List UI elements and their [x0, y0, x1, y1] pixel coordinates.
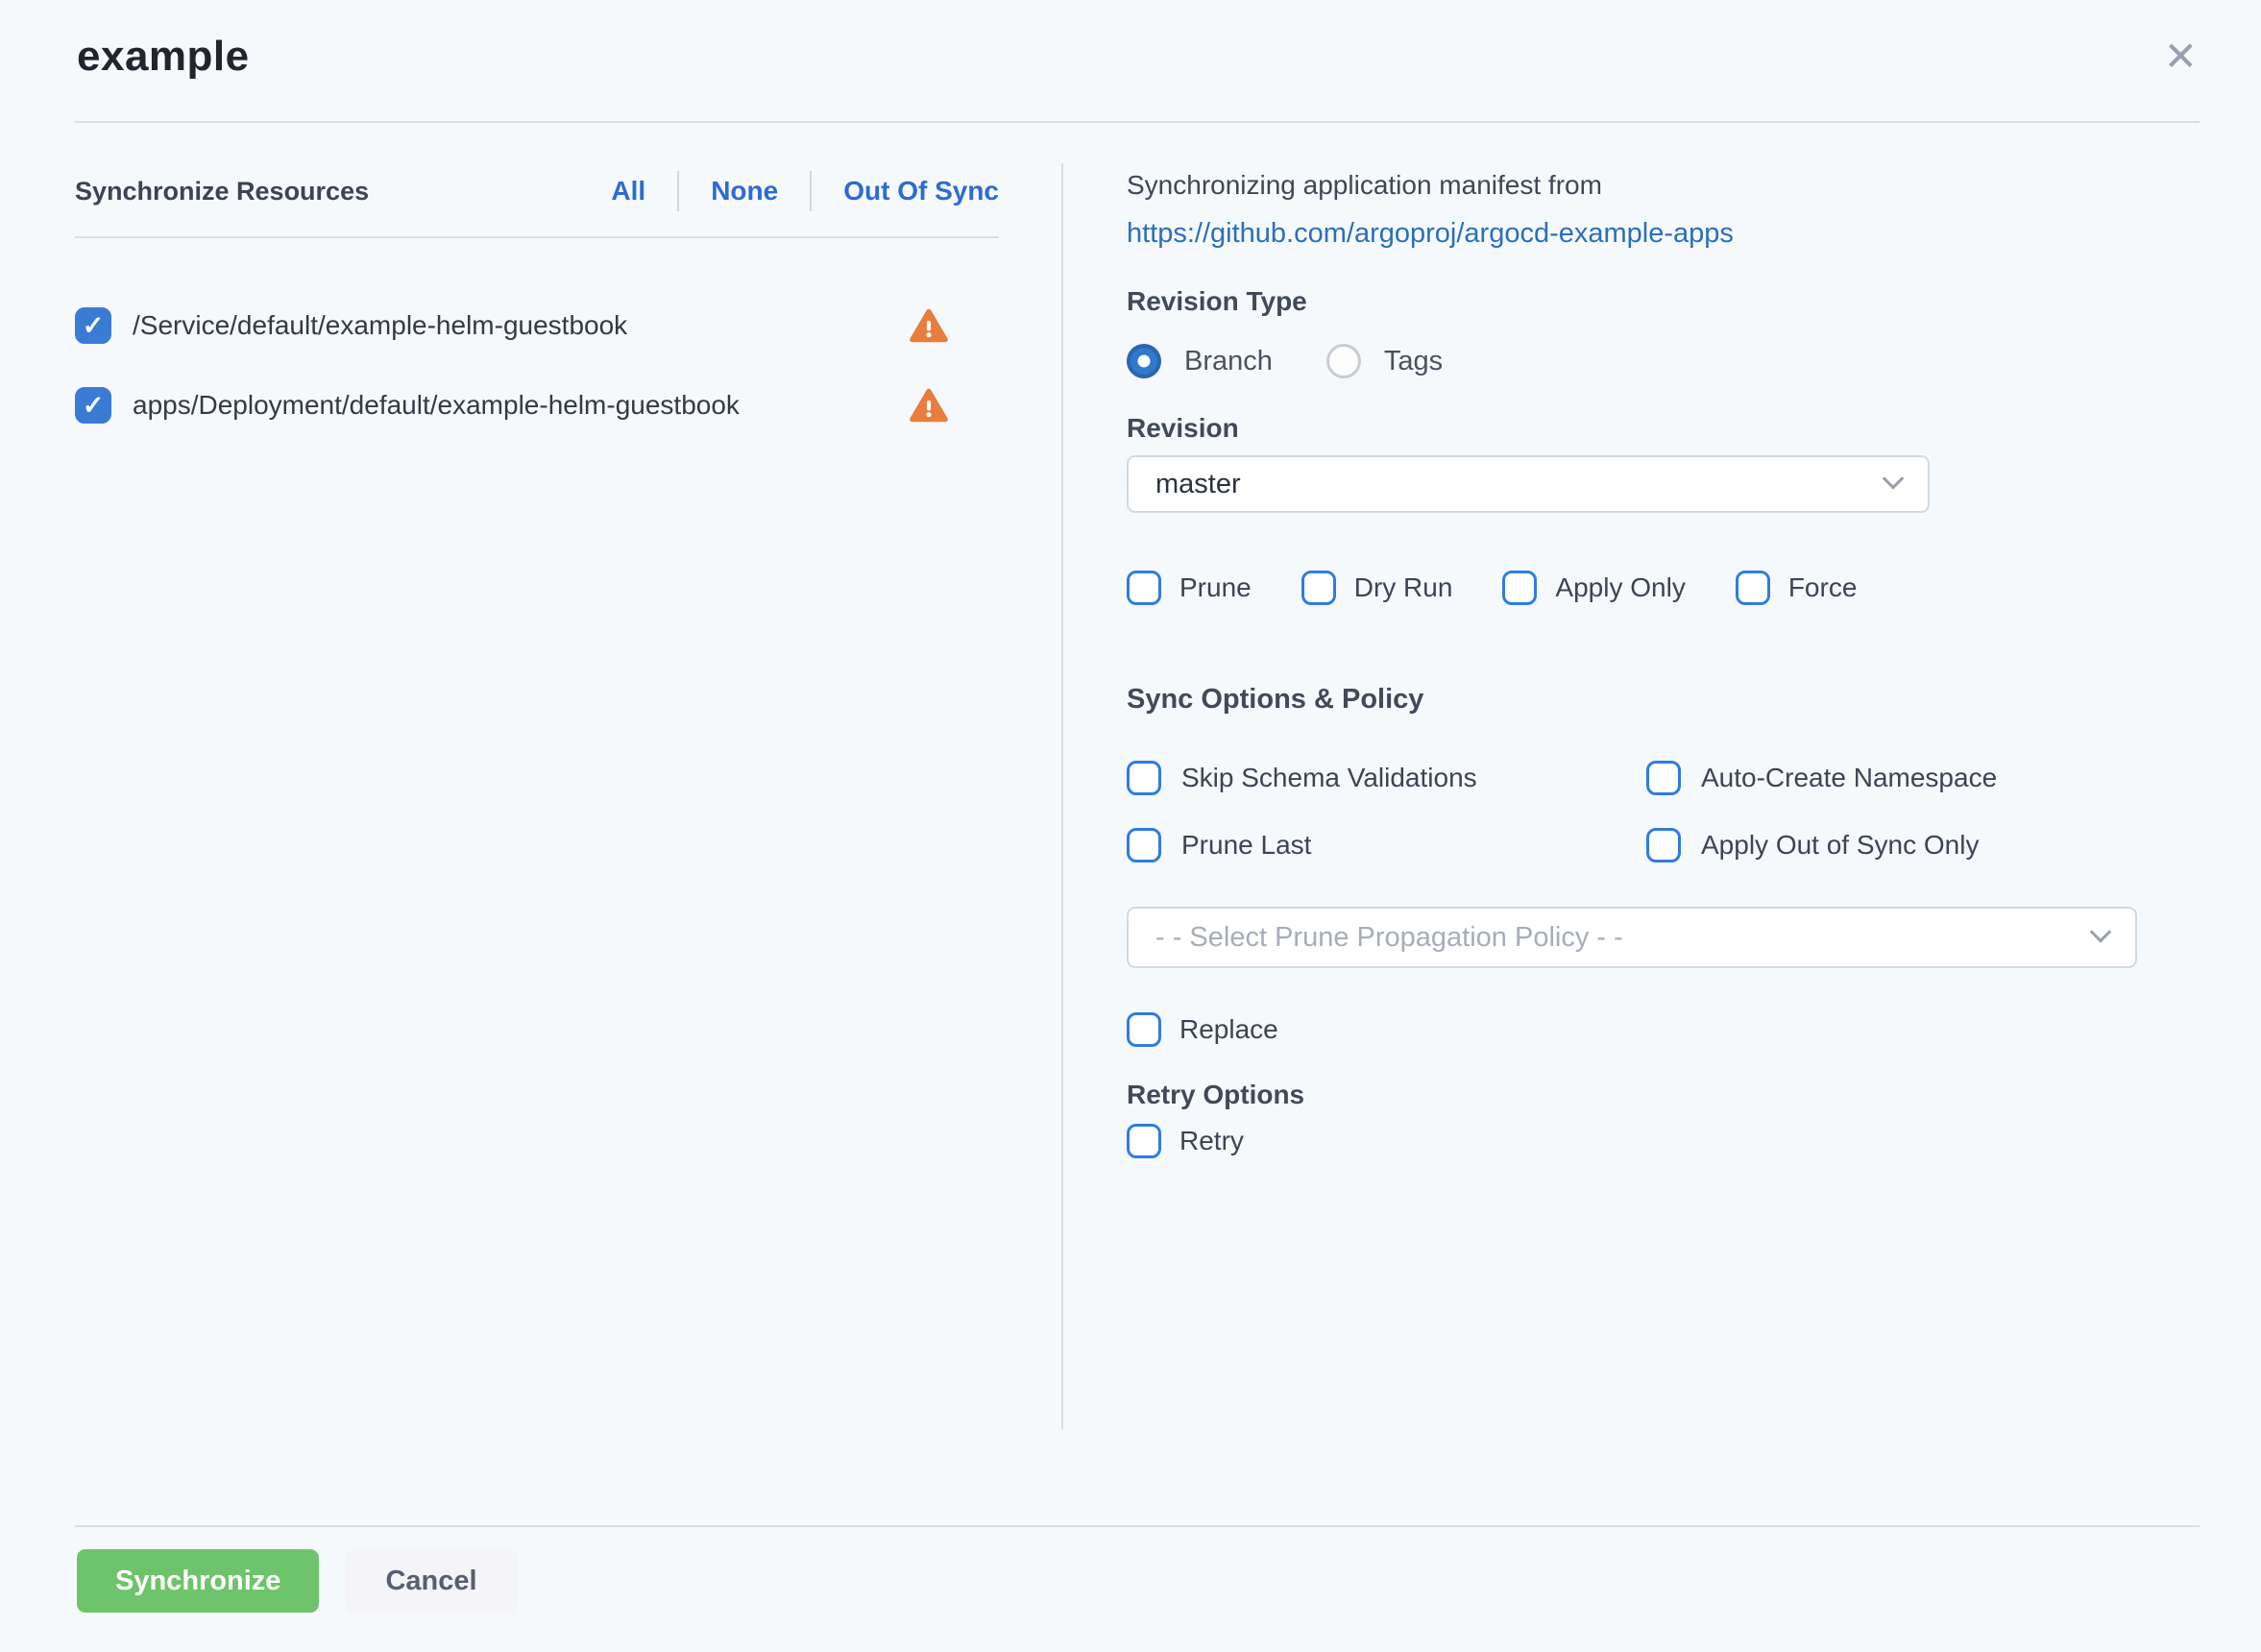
prune-last-checkbox[interactable] — [1127, 828, 1161, 862]
skip-schema-validations-checkbox[interactable] — [1127, 761, 1161, 795]
force-option[interactable]: Force — [1736, 571, 1858, 605]
panel-header: example ✕ — [75, 0, 2200, 123]
auto-create-namespace-option[interactable]: Auto-Create Namespace — [1646, 761, 2200, 795]
apply-out-of-sync-only-option[interactable]: Apply Out of Sync Only — [1646, 828, 2200, 862]
filter-out-of-sync[interactable]: Out Of Sync — [843, 176, 999, 206]
dry-run-option[interactable]: Dry Run — [1301, 571, 1453, 605]
force-label: Force — [1788, 572, 1858, 603]
retry-options-heading: Retry Options — [1127, 1080, 2200, 1110]
resource-filters: All None Out Of Sync — [611, 171, 999, 211]
synchronize-button[interactable]: Synchronize — [77, 1549, 319, 1613]
skip-schema-validations-label: Skip Schema Validations — [1181, 763, 1477, 793]
sync-settings-column: Synchronizing application manifest from … — [1063, 123, 2200, 1525]
check-icon: ✓ — [83, 313, 105, 339]
auto-create-namespace-checkbox[interactable] — [1646, 761, 1681, 795]
sync-from-label: Synchronizing application manifest from — [1127, 169, 2200, 202]
auto-create-namespace-label: Auto-Create Namespace — [1701, 763, 1997, 793]
revision-type-heading: Revision Type — [1127, 286, 2200, 317]
resource-row: ✓ /Service/default/example-helm-guestboo… — [75, 307, 999, 344]
filter-none[interactable]: None — [711, 176, 778, 206]
warning-icon — [909, 307, 949, 344]
branch-radio[interactable] — [1127, 344, 1161, 378]
filter-separator — [810, 171, 812, 211]
apply-out-of-sync-only-label: Apply Out of Sync Only — [1701, 830, 1979, 861]
panel-body: Synchronize Resources All None Out Of Sy… — [75, 123, 2200, 1525]
apply-only-label: Apply Only — [1555, 572, 1685, 603]
cancel-button[interactable]: Cancel — [345, 1549, 517, 1613]
branch-radio-label[interactable]: Branch — [1184, 346, 1273, 377]
repo-url-link[interactable]: https://github.com/argoproj/argocd-examp… — [1127, 217, 2200, 250]
chevron-down-icon — [2090, 921, 2112, 943]
force-checkbox[interactable] — [1736, 571, 1770, 605]
revision-type-options: Branch Tags — [1127, 344, 2200, 378]
revision-select[interactable]: master — [1127, 455, 1930, 513]
replace-option[interactable]: Replace — [1127, 1012, 2200, 1047]
close-icon[interactable]: ✕ — [2164, 36, 2198, 77]
replace-label: Replace — [1179, 1014, 1278, 1045]
retry-checkbox[interactable] — [1127, 1124, 1161, 1158]
filter-all[interactable]: All — [611, 176, 645, 206]
resources-heading: Synchronize Resources — [75, 177, 369, 206]
dry-run-checkbox[interactable] — [1301, 571, 1336, 605]
check-icon: ✓ — [83, 393, 105, 419]
dry-run-label: Dry Run — [1354, 572, 1453, 603]
resource-list: ✓ /Service/default/example-helm-guestboo… — [75, 307, 999, 424]
resource-label: /Service/default/example-helm-guestbook — [133, 310, 627, 341]
prune-last-label: Prune Last — [1181, 830, 1311, 861]
replace-checkbox[interactable] — [1127, 1012, 1161, 1047]
resources-header: Synchronize Resources All None Out Of Sy… — [75, 171, 999, 238]
apply-only-option[interactable]: Apply Only — [1502, 571, 1685, 605]
apply-only-checkbox[interactable] — [1502, 571, 1537, 605]
resource-checkbox[interactable]: ✓ — [75, 307, 111, 344]
prune-option[interactable]: Prune — [1127, 571, 1252, 605]
resource-label: apps/Deployment/default/example-helm-gue… — [133, 390, 740, 421]
retry-label: Retry — [1179, 1126, 1244, 1156]
warning-icon — [909, 387, 949, 424]
tags-radio-label[interactable]: Tags — [1384, 346, 1443, 377]
resource-row: ✓ apps/Deployment/default/example-helm-g… — [75, 387, 999, 424]
prune-checkbox[interactable] — [1127, 571, 1161, 605]
panel-footer: Synchronize Cancel — [75, 1525, 2200, 1652]
filter-separator — [677, 171, 679, 211]
prune-propagation-policy-select[interactable]: - - Select Prune Propagation Policy - - — [1127, 907, 2137, 968]
sync-flags-row: Prune Dry Run Apply Only Force — [1127, 571, 2200, 605]
resource-checkbox[interactable]: ✓ — [75, 387, 111, 424]
sync-options-heading: Sync Options & Policy — [1127, 684, 2200, 715]
revision-heading: Revision — [1127, 413, 2200, 444]
resources-column: Synchronize Resources All None Out Of Sy… — [75, 123, 999, 1525]
prune-last-option[interactable]: Prune Last — [1127, 828, 1646, 862]
retry-option[interactable]: Retry — [1127, 1124, 2200, 1158]
prune-propagation-policy-placeholder: - - Select Prune Propagation Policy - - — [1155, 922, 1623, 954]
prune-label: Prune — [1179, 572, 1252, 603]
sync-options-grid: Skip Schema Validations Auto-Create Name… — [1127, 761, 2200, 862]
chevron-down-icon — [1883, 468, 1905, 490]
tags-radio[interactable] — [1326, 344, 1361, 378]
revision-select-value: master — [1155, 469, 1241, 500]
apply-out-of-sync-only-checkbox[interactable] — [1646, 828, 1681, 862]
skip-schema-validations-option[interactable]: Skip Schema Validations — [1127, 761, 1646, 795]
page-title: example — [77, 33, 2200, 81]
